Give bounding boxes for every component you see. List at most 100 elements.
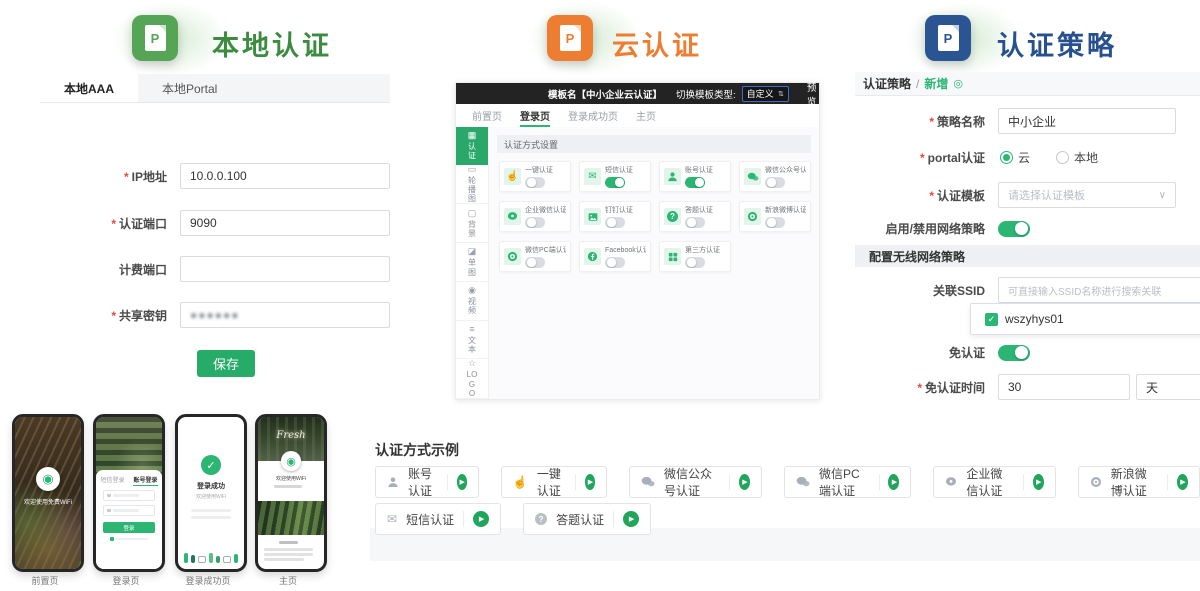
facebook-icon	[584, 248, 601, 265]
placeholder-line	[113, 509, 139, 512]
example-wechat-pc-auth[interactable]: 微信PC端认证 ▶	[784, 466, 911, 498]
sidebar-item-single-image[interactable]: ◪单图	[456, 243, 488, 282]
sidebar-item-video[interactable]: ◉视频	[456, 282, 488, 321]
success-subtitle: 欢迎使用WiFi	[178, 493, 244, 500]
toggle[interactable]	[525, 217, 545, 228]
example-account-auth[interactable]: 账号认证 ▶	[375, 466, 479, 498]
text-line	[264, 558, 304, 561]
checkbox-checked-icon[interactable]: ✓	[985, 313, 998, 326]
toggle[interactable]	[525, 177, 545, 188]
field-row-portal: *portal认证 云 本地	[855, 149, 1124, 166]
toggle[interactable]	[605, 257, 625, 268]
wifi-logo: ◉	[281, 451, 301, 471]
tab-local-portal[interactable]: 本地Portal	[138, 74, 241, 102]
play-icon[interactable]: ▶	[739, 474, 750, 490]
policy-name-value: 中小企业	[1008, 113, 1056, 130]
store-photo	[15, 417, 81, 569]
doc-letter: P	[566, 32, 575, 45]
field-label: *认证端口	[40, 215, 167, 232]
wechat-pc-icon	[796, 476, 810, 488]
wework-icon	[945, 476, 957, 488]
play-icon[interactable]: ▶	[623, 511, 639, 527]
login-button[interactable]: 登录	[103, 522, 155, 533]
auth-card-quiz: ? 答题认证	[659, 201, 731, 232]
examples-row-2: ✉ 短信认证 ▶ ? 答题认证 ▶	[375, 503, 651, 535]
policy-name-input[interactable]: 中小企业	[998, 108, 1176, 134]
check-circle-icon: ✓	[201, 455, 221, 475]
field-row-free-auth: 免认证	[855, 344, 1030, 361]
template-type-select[interactable]: 自定义 ⇅	[742, 86, 789, 102]
editor-tabbar: 前置页 登录页 登录成功页 主页	[456, 104, 819, 128]
auth-card-dingtalk: 钉钉认证	[579, 201, 651, 232]
tab-login-success-page[interactable]: 登录成功页	[568, 104, 618, 127]
user-icon	[664, 168, 681, 185]
toggle[interactable]	[525, 257, 545, 268]
sidebar-item-logo[interactable]: ☆LOGO	[456, 359, 488, 399]
radio-cloud-label: 云	[1018, 149, 1030, 166]
ssid-option[interactable]: wszyhys01	[1005, 312, 1064, 326]
play-icon[interactable]: ▶	[1177, 474, 1188, 490]
sidebar-item-background[interactable]: ▢背景	[456, 204, 488, 243]
tab-login-page[interactable]: 登录页	[520, 104, 550, 127]
free-time-input[interactable]: 30	[998, 374, 1130, 400]
ip-address-value: 10.0.0.100	[190, 169, 247, 183]
ssid-placeholder: 可直接输入SSID名称进行搜索关联	[1008, 283, 1161, 298]
toggle[interactable]	[765, 177, 785, 188]
toggle[interactable]	[605, 217, 625, 228]
auth-port-input[interactable]: 9090	[180, 210, 390, 236]
template-select[interactable]: 请选择认证模板 ∨	[998, 182, 1176, 208]
tab-sms-login[interactable]: 短信登录	[100, 475, 124, 486]
free-time-unit-select[interactable]: 天	[1136, 374, 1200, 400]
play-icon[interactable]: ▶	[888, 474, 899, 490]
play-icon[interactable]: ▶	[473, 511, 489, 527]
tab-front-page[interactable]: 前置页	[472, 104, 502, 127]
toggle[interactable]	[685, 177, 705, 188]
required-asterisk: *	[920, 151, 925, 165]
play-icon[interactable]: ▶	[1033, 474, 1044, 490]
auth-method-cards: ☝ 一键认证 ✉ 短信认证 账号认证	[499, 161, 813, 272]
checkbox-icon[interactable]	[110, 537, 114, 541]
tab-local-aaa[interactable]: 本地AAA	[40, 74, 138, 102]
radio-cloud[interactable]	[1000, 151, 1013, 164]
username-input[interactable]	[103, 490, 155, 501]
doc-fold	[159, 25, 166, 32]
field-row-enable-policy: 启用/禁用网络策略	[855, 220, 1030, 237]
save-button[interactable]: 保存	[197, 350, 255, 377]
sidebar-item-auth[interactable]: ▦认证	[456, 127, 488, 165]
ssid-search-input[interactable]: 可直接输入SSID名称进行搜索关联	[998, 277, 1200, 303]
billing-port-input[interactable]	[180, 256, 390, 282]
picture-icon	[584, 208, 601, 225]
example-weibo-auth[interactable]: 新浪微博认证 ▶	[1078, 466, 1200, 498]
editor-body: ▦认证 ▭轮播图 ▢背景 ◪单图 ◉视频 ≡文本 ☆LOGO 认证方式设置 ☝ …	[456, 127, 819, 399]
auth-card-third-party: 第三方认证	[659, 241, 731, 272]
wechat-icon	[641, 476, 655, 488]
example-quiz-auth[interactable]: ? 答题认证 ▶	[523, 503, 651, 535]
free-auth-toggle[interactable]	[998, 345, 1030, 361]
toggle[interactable]	[765, 217, 785, 228]
toggle[interactable]	[685, 257, 705, 268]
example-one-key-auth[interactable]: ☝ 一键认证 ▶	[501, 466, 607, 498]
example-wechat-official-auth[interactable]: 微信公众号认证 ▶	[629, 466, 762, 498]
play-icon[interactable]: ▶	[457, 474, 467, 490]
tab-account-login[interactable]: 账号登录	[133, 475, 157, 486]
tab-home-page[interactable]: 主页	[636, 104, 656, 127]
breadcrumb-root[interactable]: 认证策略	[863, 75, 911, 92]
play-icon[interactable]: ▶	[585, 474, 595, 490]
doc-page-shape: P	[560, 25, 581, 51]
phone-home-page: Fresh ◉ 欢迎使用WiFi	[255, 414, 327, 572]
field-label: *免认证时间	[855, 379, 985, 396]
sidebar-item-text[interactable]: ≡文本	[456, 321, 488, 360]
example-wework-auth[interactable]: 企业微信认证 ▶	[933, 466, 1055, 498]
section-line	[279, 541, 298, 544]
toggle[interactable]	[605, 177, 625, 188]
example-sms-auth[interactable]: ✉ 短信认证 ▶	[375, 503, 501, 535]
shared-key-input[interactable]: ●●●●●●	[180, 302, 390, 328]
toggle[interactable]	[685, 217, 705, 228]
sidebar-item-carousel[interactable]: ▭轮播图	[456, 165, 488, 205]
password-input[interactable]	[103, 505, 155, 516]
radio-local[interactable]	[1056, 151, 1069, 164]
user-icon	[107, 494, 111, 498]
template-name: 模板名【中小企业云认证】	[548, 87, 662, 101]
enable-policy-toggle[interactable]	[998, 221, 1030, 237]
ip-address-input[interactable]: 10.0.0.100	[180, 163, 390, 189]
